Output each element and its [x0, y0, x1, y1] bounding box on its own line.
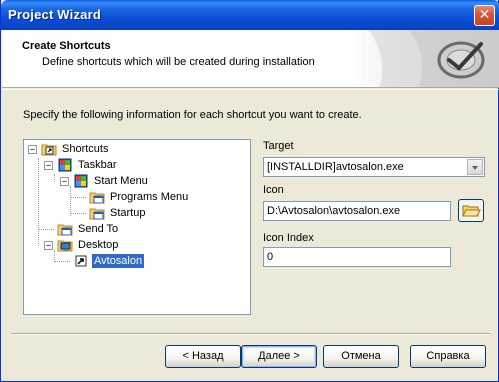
tree-item-send-to[interactable]: Send To [57, 221, 120, 237]
startup-folder-icon [89, 208, 105, 220]
target-value: [INSTALLDIR]avtosalon.exe [267, 161, 404, 173]
icon-path-value: D:\Avtosalon\avtosalon.exe [267, 205, 401, 217]
close-icon: ✕ [478, 7, 491, 23]
tree-item-label: Avtosalon [92, 254, 145, 268]
close-button[interactable]: ✕ [474, 5, 495, 26]
open-folder-icon [462, 205, 481, 217]
icon-index-field[interactable]: 0 [263, 247, 451, 267]
tree-item-programs-menu[interactable]: Programs Menu [89, 189, 190, 205]
collapse-toggle[interactable]: − [60, 176, 69, 186]
desktop-icon [57, 240, 73, 252]
target-label: Target [263, 140, 294, 152]
shortcut-folder-icon [41, 144, 57, 156]
wizard-header: Create Shortcuts Define shortcuts which … [2, 30, 499, 88]
tree-line [54, 261, 70, 262]
tree-line [70, 186, 71, 216]
tree-item-label: Send To [78, 223, 119, 235]
tree-item-label: Taskbar [78, 159, 117, 171]
tree-line [54, 174, 55, 182]
tree-item-label: Startup [110, 207, 146, 219]
tree-line [70, 213, 86, 214]
target-dropdown[interactable]: [INSTALLDIR]avtosalon.exe [263, 157, 485, 177]
icon-label: Icon [263, 184, 284, 196]
tree-item-label: Shortcuts [62, 143, 109, 155]
back-button[interactable]: < Назад [165, 345, 241, 368]
collapse-toggle[interactable]: − [44, 240, 53, 250]
programs-folder-icon [89, 192, 105, 204]
tree-item-label: Desktop [78, 239, 119, 251]
tree-item-desktop[interactable]: − Desktop [44, 237, 120, 253]
tree-item-start-menu[interactable]: − Start Menu [60, 173, 150, 189]
icon-index-label: Icon Index [263, 232, 314, 244]
tree-item-avtosalon[interactable]: Avtosalon [73, 253, 145, 269]
chevron-down-icon[interactable] [467, 159, 483, 175]
next-button[interactable]: Далее > [241, 345, 317, 368]
instruction-text: Specify the following information for ea… [23, 109, 362, 121]
tree-item-shortcuts[interactable]: − Shortcuts [28, 141, 110, 157]
header-separator [2, 89, 499, 90]
browse-button[interactable] [458, 199, 484, 222]
wizard-window: Project Wizard ✕ Create Shortcuts Define… [0, 0, 499, 382]
page-title: Create Shortcuts [22, 40, 111, 52]
page-subtitle: Define shortcuts which will be created d… [42, 56, 315, 68]
icon-index-value: 0 [267, 251, 274, 263]
help-button[interactable]: Справка [410, 345, 486, 368]
tree-item-label: Programs Menu [110, 191, 189, 203]
wizard-banner-icon [349, 30, 499, 87]
tree-line [38, 229, 54, 230]
cancel-button[interactable]: Отмена [323, 345, 399, 368]
tree-item-label: Start Menu [94, 175, 148, 187]
footer-separator [11, 333, 490, 335]
send-to-folder-icon [57, 224, 73, 236]
shortcuts-tree[interactable]: − Shortcuts − Taskbar − Start Menu Progr… [23, 139, 251, 315]
window-title: Project Wizard [8, 7, 101, 22]
tree-item-taskbar[interactable]: − Taskbar [44, 157, 119, 173]
tree-line [38, 158, 39, 246]
title-bar[interactable]: Project Wizard ✕ [1, 0, 499, 30]
start-menu-icon [74, 174, 88, 188]
tree-item-startup[interactable]: Startup [89, 205, 147, 221]
icon-path-field[interactable]: D:\Avtosalon\avtosalon.exe [263, 201, 451, 221]
shortcut-icon [75, 255, 87, 267]
tree-line [70, 197, 86, 198]
collapse-toggle[interactable]: − [28, 144, 37, 154]
collapse-toggle[interactable]: − [44, 160, 53, 170]
taskbar-icon [58, 158, 72, 172]
